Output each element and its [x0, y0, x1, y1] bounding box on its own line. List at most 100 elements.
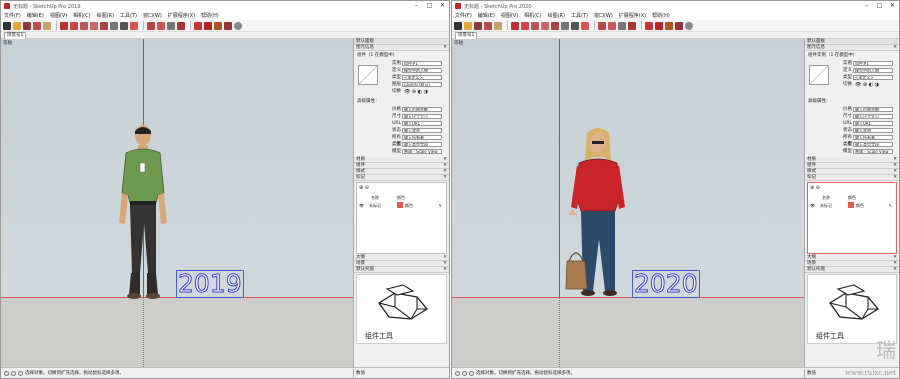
shape-tool-icon[interactable] — [494, 21, 502, 30]
visibility-icon[interactable]: 👁 — [359, 202, 364, 209]
arc-tool-icon[interactable] — [484, 21, 492, 30]
account-icon[interactable] — [234, 21, 242, 30]
geo-icon[interactable] — [11, 370, 16, 376]
toggle-icons[interactable]: 👁 ⊕ ◐ ◑ — [855, 82, 879, 88]
menu-extensions[interactable]: 扩展程序(X) — [168, 12, 195, 19]
size-field[interactable]: 输入尺寸大小 — [402, 114, 442, 119]
extension-manager-icon[interactable] — [224, 21, 232, 30]
layer-field[interactable]: Layer0 (默认) — [402, 82, 442, 87]
tag-color-swatch[interactable] — [848, 202, 854, 208]
zoom-extents-icon[interactable] — [177, 21, 185, 30]
layout-icon[interactable] — [665, 21, 673, 30]
menu-extensions[interactable]: 扩展程序(X) — [619, 12, 646, 19]
orbit-tool-icon[interactable] — [598, 21, 606, 30]
man-figure[interactable] — [116, 123, 172, 299]
menu-camera[interactable]: 相机(C) — [73, 12, 90, 19]
minimize-icon[interactable]: – — [860, 1, 873, 11]
scene-tab[interactable]: 场景号1 — [455, 32, 478, 39]
zoom-tool-icon[interactable] — [618, 21, 626, 30]
text-tool-icon[interactable] — [120, 21, 128, 30]
menu-draw[interactable]: 绘图(R) — [97, 12, 114, 19]
menu-help[interactable]: 帮助(H) — [652, 12, 670, 19]
rotate-tool-icon[interactable] — [80, 21, 88, 30]
select-tool-icon[interactable] — [454, 21, 462, 30]
eraser-tool-icon[interactable] — [13, 21, 21, 30]
close-icon[interactable]: ✕ — [893, 267, 897, 273]
ifc-select[interactable]: 普通 - Scale View — [853, 149, 893, 154]
woman-figure[interactable] — [565, 127, 631, 299]
add-tag-icon[interactable]: ⊕ ⊖ — [359, 185, 369, 191]
close-icon[interactable]: ✕ — [443, 45, 447, 51]
select-tool-icon[interactable] — [3, 21, 11, 30]
rotate-tool-icon[interactable] — [531, 21, 539, 30]
extension-manager-icon[interactable] — [675, 21, 683, 30]
menu-tools[interactable]: 工具(T) — [571, 12, 588, 19]
type-field[interactable]: <未定义> — [402, 75, 442, 80]
paint-bucket-icon[interactable] — [581, 21, 589, 30]
pencil-tool-icon[interactable] — [23, 21, 31, 30]
price-field[interactable]: 输入价格金额 — [853, 107, 893, 112]
offset-tool-icon[interactable] — [100, 21, 108, 30]
extension-warehouse-icon[interactable] — [204, 21, 212, 30]
instance-field[interactable]: 组件#1 — [853, 61, 893, 66]
orbit-tool-icon[interactable] — [147, 21, 155, 30]
tape-measure-icon[interactable] — [110, 21, 118, 30]
close-icon[interactable]: ✕ — [893, 45, 897, 51]
warehouse-icon[interactable] — [645, 21, 653, 30]
tray-section-tags[interactable]: 标记 ✕ — [805, 175, 899, 181]
menu-window[interactable]: 窗口(W) — [143, 12, 162, 19]
menu-edit[interactable]: 编辑(E) — [27, 12, 44, 19]
tray-section-instructor[interactable]: 默认托盘 ✕ — [805, 267, 899, 273]
menu-camera[interactable]: 相机(C) — [524, 12, 541, 19]
scene-tab[interactable]: 场景号1 — [4, 32, 27, 39]
tag-row[interactable]: 👁 未标记 颜色 ✎ — [359, 202, 444, 209]
type-field[interactable]: <未定义> — [853, 75, 893, 80]
tag-row[interactable]: 👁 未标记 颜色 ✎ — [810, 202, 894, 209]
push-pull-tool-icon[interactable] — [60, 21, 68, 30]
warehouse-icon[interactable] — [194, 21, 202, 30]
scale-tool-icon[interactable] — [541, 21, 549, 30]
tray-section-instructor[interactable]: 默认托盘 ✕ — [354, 267, 449, 273]
menu-window[interactable]: 窗口(W) — [594, 12, 613, 19]
definition-field[interactable]: 模型中的人物 — [402, 68, 442, 73]
pencil-tool-icon[interactable] — [474, 21, 482, 30]
tape-measure-icon[interactable] — [561, 21, 569, 30]
tag-color-swatch[interactable] — [397, 202, 403, 208]
status-field[interactable]: 输入状态 — [853, 128, 893, 133]
info-icon[interactable] — [4, 370, 9, 376]
push-pull-tool-icon[interactable] — [511, 21, 519, 30]
pencil-icon[interactable]: ✎ — [889, 202, 892, 209]
credits-icon[interactable] — [469, 370, 474, 376]
toggle-icons[interactable]: 👁 ⊕ ◐ ◑ — [404, 89, 428, 95]
zoom-extents-icon[interactable] — [628, 21, 636, 30]
layout-icon[interactable] — [214, 21, 222, 30]
eraser-tool-icon[interactable] — [464, 21, 472, 30]
menu-tools[interactable]: 工具(T) — [120, 12, 137, 19]
status-field[interactable]: 输入状态 — [402, 128, 442, 133]
owner-field[interactable]: 输入所有者 — [402, 135, 442, 140]
add-tag-icon[interactable]: ⊕ ⊖ — [810, 185, 820, 191]
move-tool-icon[interactable] — [521, 21, 529, 30]
measurements-box[interactable]: 数值 — [353, 369, 365, 378]
definition-field[interactable]: 模型中的人物 — [853, 68, 893, 73]
size-field[interactable]: 输入尺寸大小 — [853, 114, 893, 119]
move-tool-icon[interactable] — [70, 21, 78, 30]
menu-edit[interactable]: 编辑(E) — [478, 12, 495, 19]
owner-field[interactable]: 输入所有者 — [853, 135, 893, 140]
measurements-box[interactable]: 数值 — [804, 369, 816, 378]
entity-info-header[interactable]: 图元信息 ✕ — [805, 45, 899, 51]
maximize-icon[interactable]: □ — [423, 1, 436, 11]
credits-icon[interactable] — [18, 370, 23, 376]
info-icon[interactable] — [455, 370, 460, 376]
pan-tool-icon[interactable] — [608, 21, 616, 30]
url-field[interactable]: 输入URL — [402, 121, 442, 126]
scale-tool-icon[interactable] — [90, 21, 98, 30]
menu-help[interactable]: 帮助(H) — [201, 12, 219, 19]
close-icon[interactable]: ✕ — [443, 175, 447, 181]
ifc-select[interactable]: 普通 - Scale View — [402, 149, 442, 154]
menu-view[interactable]: 视图(V) — [50, 12, 67, 19]
extension-warehouse-icon[interactable] — [655, 21, 663, 30]
tray-section-tags[interactable]: 标记 ✕ — [354, 175, 449, 181]
menu-view[interactable]: 视图(V) — [501, 12, 518, 19]
visibility-icon[interactable]: 👁 — [810, 202, 815, 209]
